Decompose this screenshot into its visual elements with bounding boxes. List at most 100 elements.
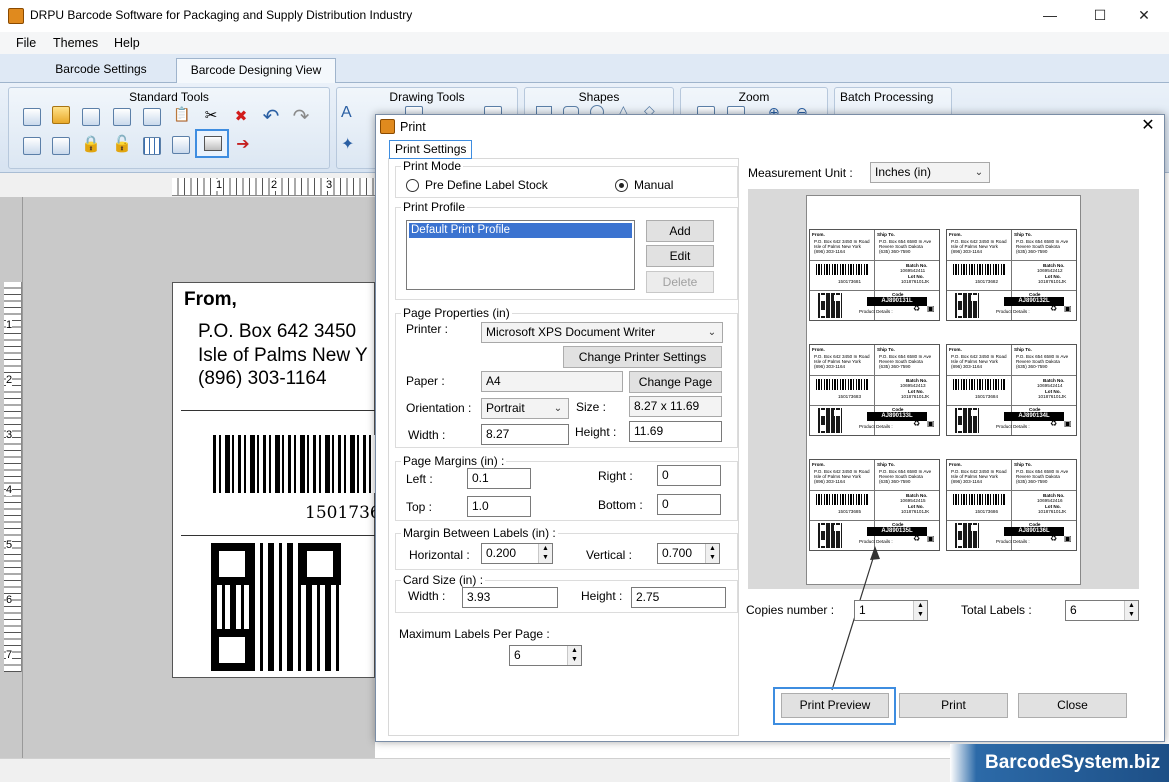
printer-select[interactable]: Microsoft XPS Document Writer ⌄ xyxy=(481,322,723,343)
divider xyxy=(810,520,939,521)
star-tool-icon[interactable]: ✦ xyxy=(341,134,354,154)
ruler-number: 4 xyxy=(6,484,13,496)
vertical-spinner[interactable]: 0.700 ▲ ▼ xyxy=(657,543,720,564)
margin-right-input[interactable]: 0 xyxy=(657,465,721,486)
preview-qr-code xyxy=(955,408,979,433)
max-labels-value: 6 xyxy=(514,648,521,662)
spin-arrows-icon[interactable]: ▲ ▼ xyxy=(567,646,581,665)
max-labels-spinner[interactable]: 6 ▲ ▼ xyxy=(509,645,582,666)
page-width-input[interactable]: 8.27 xyxy=(481,424,569,445)
save-icon[interactable] xyxy=(82,108,100,126)
page-properties-legend: Page Properties (in) xyxy=(401,306,512,320)
open-folder-icon[interactable] xyxy=(52,106,70,124)
radio-manual-label[interactable]: Manual xyxy=(634,178,673,192)
undo-icon[interactable]: ↶ xyxy=(260,104,282,128)
size-field[interactable]: 8.27 x 11.69 xyxy=(629,396,722,417)
card-height-input[interactable]: 2.75 xyxy=(631,587,726,608)
cut-icon[interactable]: ✂ xyxy=(201,106,221,126)
redo-icon[interactable]: ↷ xyxy=(290,104,312,128)
delete-icon[interactable]: ✖ xyxy=(231,107,251,127)
menu-help[interactable]: Help xyxy=(114,36,140,50)
paste-icon[interactable]: 📋 xyxy=(172,106,192,126)
edit-profile-button[interactable]: Edit xyxy=(646,245,714,267)
paper-label: Paper : xyxy=(406,374,445,388)
preview-lot-value: 101876101JK xyxy=(901,279,930,284)
radio-manual[interactable] xyxy=(615,179,628,192)
orientation-select-value: Portrait xyxy=(486,401,525,415)
menu-file[interactable]: File xyxy=(16,36,36,50)
print-profile-list[interactable]: Default Print Profile xyxy=(406,220,635,290)
ruler-left: 1 2 3 4 5 6 7 xyxy=(4,282,22,672)
radio-predefine-label[interactable]: Pre Define Label Stock xyxy=(425,178,548,192)
send-back-icon[interactable] xyxy=(52,137,70,155)
divider xyxy=(181,410,376,411)
preview-ship-to-label: Ship To. xyxy=(1014,347,1032,352)
dialog-close-button[interactable]: ✕ xyxy=(1138,117,1158,137)
add-profile-button[interactable]: Add xyxy=(646,220,714,242)
close-window-button[interactable]: ✕ xyxy=(1121,0,1167,30)
preview-barcode-number: 150173681 xyxy=(838,279,861,284)
preview-product-details: Product Details : xyxy=(859,309,893,314)
properties-icon[interactable] xyxy=(172,136,190,154)
lock-icon[interactable]: 🔒 xyxy=(81,134,101,156)
max-labels-label: Maximum Labels Per Page : xyxy=(399,627,550,641)
tab-barcode-settings[interactable]: Barcode Settings xyxy=(44,58,158,83)
minimize-button[interactable]: — xyxy=(1027,0,1073,30)
change-page-button[interactable]: Change Page xyxy=(629,371,722,393)
export-icon[interactable]: ➔ xyxy=(233,134,253,156)
tab-print-settings[interactable]: Print Settings xyxy=(389,140,473,159)
radio-predefine-label-stock[interactable] xyxy=(406,179,419,192)
page-height-input[interactable]: 11.69 xyxy=(629,421,722,442)
card-width-input[interactable]: 3.93 xyxy=(462,587,558,608)
margin-left-input[interactable]: 0.1 xyxy=(467,468,531,489)
text-tool-icon[interactable]: A xyxy=(341,104,352,122)
label-design-card[interactable]: From, P.O. Box 642 3450 Isle of Palms Ne… xyxy=(172,282,381,678)
preview-ship-to-label: Ship To. xyxy=(1014,462,1032,467)
preview-label-card: From. P.O. Box 642 3450 In Road Isle of Pa… xyxy=(946,229,1077,321)
tab-barcode-designing-view[interactable]: Barcode Designing View xyxy=(176,58,336,83)
total-labels-spinner[interactable]: 6 ▲ ▼ xyxy=(1065,600,1139,621)
horizontal-spinner[interactable]: 0.200 ▲ ▼ xyxy=(481,543,553,564)
orientation-select[interactable]: Portrait ⌄ xyxy=(481,398,569,419)
new-icon[interactable] xyxy=(23,108,41,126)
maximize-button[interactable]: ☐ xyxy=(1077,0,1123,30)
recycle-icon: ♻ xyxy=(913,419,921,428)
measurement-unit-select[interactable]: Inches (in) ⌄ xyxy=(870,162,990,183)
status-bar xyxy=(0,758,950,782)
vertical-label: Vertical : xyxy=(586,548,633,562)
print-button[interactable]: Print xyxy=(899,693,1008,718)
grid-icon[interactable] xyxy=(143,137,161,155)
preview-ship-phone: (635) 360-7590 xyxy=(879,364,911,369)
preview-label-card: From. P.O. Box 642 3450 In Road Isle of Pa… xyxy=(946,459,1077,551)
spin-arrows-icon[interactable]: ▲ ▼ xyxy=(538,544,552,563)
divider xyxy=(810,290,939,291)
label-address-line: P.O. Box 642 3450 xyxy=(198,321,357,342)
spin-arrows-icon[interactable]: ▲ ▼ xyxy=(913,601,927,620)
close-button[interactable]: Close xyxy=(1018,693,1127,718)
delete-profile-button[interactable]: Delete xyxy=(646,271,714,293)
recycle-icon: ♻ xyxy=(913,304,921,313)
menu-themes[interactable]: Themes xyxy=(53,36,98,50)
ribbon-group-title: Standard Tools xyxy=(129,90,209,104)
print-preview-button[interactable]: Print Preview xyxy=(781,693,889,718)
preview-lot-value: 101876101JK xyxy=(901,509,930,514)
save-as-icon[interactable] xyxy=(113,108,131,126)
preview-ship-phone: (635) 360-7590 xyxy=(879,249,911,254)
unlock-icon[interactable]: 🔓 xyxy=(112,134,132,156)
preview-from-label: From. xyxy=(949,462,962,467)
margin-bottom-input[interactable]: 0 xyxy=(657,494,721,515)
change-printer-settings-button[interactable]: Change Printer Settings xyxy=(563,346,722,368)
preview-batch-value: 1069542413 xyxy=(900,383,926,388)
list-item[interactable]: Default Print Profile xyxy=(409,223,632,238)
bring-front-icon[interactable] xyxy=(23,137,41,155)
paper-field[interactable]: A4 xyxy=(481,371,623,392)
spin-arrows-icon[interactable]: ▲ ▼ xyxy=(1124,601,1138,620)
preview-barcode xyxy=(816,264,868,275)
margin-top-input[interactable]: 1.0 xyxy=(467,496,531,517)
copy-icon[interactable] xyxy=(143,108,161,126)
label-phone-line: (896) 303-1164 xyxy=(198,368,327,389)
spin-arrows-icon[interactable]: ▲ ▼ xyxy=(705,544,719,563)
copies-spinner[interactable]: 1 ▲ ▼ xyxy=(854,600,928,621)
ruler-number: 3 xyxy=(6,429,13,441)
print-icon-button[interactable] xyxy=(195,129,229,158)
